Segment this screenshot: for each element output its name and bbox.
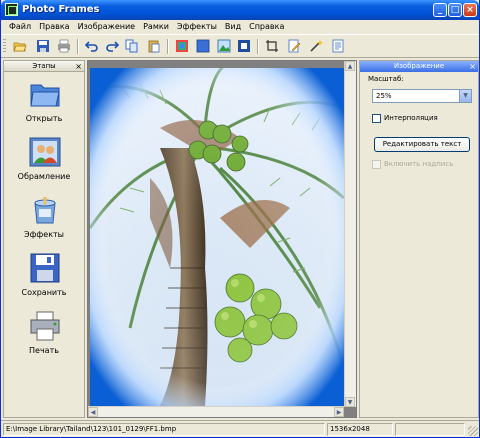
crop-icon[interactable] — [265, 39, 279, 53]
color-icon[interactable] — [196, 39, 210, 53]
scroll-up-button[interactable]: ▲ — [345, 61, 355, 71]
image-canvas[interactable]: ▲ ▼ ◀ ▶ — [87, 60, 357, 418]
print-icon[interactable] — [57, 39, 71, 53]
toolbar-separator — [257, 39, 259, 54]
image-panel-title: Изображение — [393, 62, 445, 70]
menu-image[interactable]: Изображение — [74, 20, 140, 34]
paste-icon[interactable] — [147, 39, 161, 53]
printer-icon — [30, 311, 60, 341]
scroll-right-button[interactable]: ▶ — [334, 407, 344, 417]
interpolation-checkbox[interactable] — [372, 114, 381, 123]
step-effects-label: Эффекты — [24, 230, 64, 239]
chevron-down-icon[interactable]: ▼ — [459, 90, 471, 102]
close-button[interactable]: × — [463, 3, 477, 17]
step-save-label: Сохранить — [21, 288, 67, 297]
undo-icon[interactable] — [85, 39, 99, 53]
image-panel-header: Изображение × — [360, 61, 478, 72]
status-empty — [395, 423, 465, 436]
menu-file[interactable]: Файл — [5, 20, 35, 34]
menu-edit[interactable]: Правка — [35, 20, 73, 34]
enable-caption-label: Включить надпись — [384, 160, 454, 168]
menu-effects[interactable]: Эффекты — [173, 20, 221, 34]
image-icon[interactable] — [217, 39, 231, 53]
toolbar-grip[interactable] — [3, 39, 6, 54]
wand-icon[interactable] — [309, 39, 323, 53]
framed-photo[interactable] — [90, 68, 344, 406]
step-open-label: Открыть — [25, 114, 63, 123]
people-frame-icon — [29, 137, 61, 167]
save-icon[interactable] — [36, 39, 50, 53]
zoom-label: Масштаб: — [368, 75, 404, 83]
effects-icon — [34, 197, 56, 224]
menu-help[interactable]: Справка — [245, 20, 288, 34]
coconut-palm-photo — [90, 68, 344, 406]
steps-panel-close-icon[interactable]: × — [75, 61, 82, 72]
scroll-down-button[interactable]: ▼ — [345, 397, 355, 407]
step-save[interactable]: Сохранить — [4, 253, 84, 311]
image-panel: Изображение × Масштаб: 25% ▼ Интерполяци… — [359, 60, 479, 418]
document-icon[interactable] — [331, 39, 345, 53]
enable-caption-checkbox[interactable] — [372, 160, 381, 169]
edit-text-button[interactable]: Редактировать текст — [374, 137, 470, 152]
folder-icon — [30, 84, 60, 107]
step-framing[interactable]: Обрамление — [4, 137, 84, 195]
maximize-button[interactable]: □ — [448, 3, 462, 17]
toolbar-separator — [77, 39, 79, 54]
horizontal-scrollbar[interactable]: ◀ ▶ — [88, 406, 344, 417]
app-icon — [5, 3, 18, 16]
vertical-scrollbar[interactable]: ▲ ▼ — [344, 61, 356, 407]
title-bar[interactable]: Photo Frames _ □ × — [1, 0, 479, 20]
steps-panel: Этапы × Открыть Обрамление Эффекты Сохра… — [3, 60, 85, 418]
step-print-label: Печать — [29, 346, 59, 355]
step-effects[interactable]: Эффекты — [4, 195, 84, 253]
step-framing-label: Обрамление — [17, 172, 71, 181]
step-print[interactable]: Печать — [4, 311, 84, 369]
menu-view[interactable]: Вид — [221, 20, 245, 34]
image-panel-close-icon[interactable]: × — [469, 61, 476, 72]
floppy-icon — [30, 253, 60, 283]
toolbar-separator — [167, 39, 169, 54]
scroll-left-button[interactable]: ◀ — [88, 407, 98, 417]
copy-icon[interactable] — [125, 39, 139, 53]
status-dimensions: 1536x2048 — [327, 423, 393, 436]
zoom-select[interactable]: 25% ▼ — [372, 89, 472, 103]
toolbar — [1, 34, 479, 58]
status-bar: E:\Image Library\Tailand\123\101_0129\FF… — [1, 420, 479, 437]
minimize-button[interactable]: _ — [433, 3, 447, 17]
menu-frames[interactable]: Рамки — [139, 20, 173, 34]
resize-grip[interactable] — [468, 426, 478, 436]
status-file-path: E:\Image Library\Tailand\123\101_0129\FF… — [3, 423, 325, 436]
frame-icon[interactable] — [175, 39, 189, 53]
fit-icon[interactable] — [237, 39, 251, 53]
zoom-value: 25% — [376, 92, 392, 100]
interpolation-label: Интерполяция — [384, 114, 438, 122]
app-window: Photo Frames _ □ × Файл Правка Изображен… — [0, 0, 480, 438]
steps-panel-title: Этапы — [32, 62, 56, 70]
menu-bar: Файл Правка Изображение Рамки Эффекты Ви… — [1, 20, 479, 34]
steps-panel-header: Этапы × — [4, 61, 84, 72]
open-folder-icon[interactable] — [13, 39, 27, 53]
redo-icon[interactable] — [105, 39, 119, 53]
edit-icon[interactable] — [287, 39, 301, 53]
window-title: Photo Frames — [22, 4, 100, 15]
step-open[interactable]: Открыть — [4, 79, 84, 137]
